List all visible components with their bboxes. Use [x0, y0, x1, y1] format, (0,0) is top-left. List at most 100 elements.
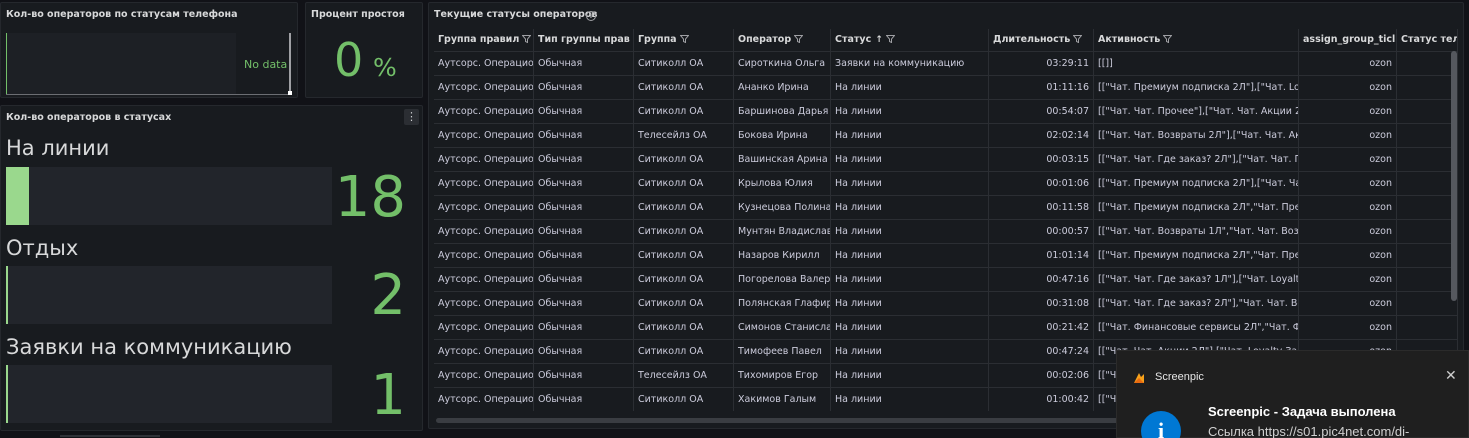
table-cell: Ситиколл ОА — [634, 172, 734, 195]
column-header[interactable]: Статус теле — [1397, 29, 1458, 51]
table-row[interactable]: Аутсорс. ОперационнОбычнаяСитиколл ОАВаш… — [434, 147, 1458, 171]
column-header[interactable]: Группа — [634, 29, 734, 51]
scrollbar-handle[interactable] — [288, 91, 292, 95]
table-cell: [["Чат. Чат. Где заказ? 2Л"],"Чат. Чат. … — [1094, 292, 1299, 315]
table-cell: Ананко Ирина — [734, 76, 831, 99]
gauge-value: 18 — [334, 165, 406, 230]
gauge-bar — [6, 365, 332, 423]
column-header[interactable]: assign_group_ticl — [1299, 29, 1397, 51]
table-cell: 01:00:42 — [989, 388, 1094, 411]
filter-icon[interactable] — [522, 35, 532, 43]
table-cell: На линии — [831, 148, 989, 171]
table-cell: Баршинова Дарья — [734, 100, 831, 123]
notification-body[interactable]: Ссылка https://s01.pic4net.com/di- — [1208, 424, 1409, 438]
table-cell: Аутсорс. Операционн — [434, 364, 534, 387]
table-row[interactable]: Аутсорс. ОперационнОбычнаяСитиколл ОАБар… — [434, 99, 1458, 123]
gauge-bar — [6, 167, 332, 225]
column-header-label: Группа правил — [438, 34, 520, 45]
table-cell: Ситиколл ОА — [634, 292, 734, 315]
table-cell: ozon — [1299, 292, 1397, 315]
table-cell: Кузнецова Полина — [734, 196, 831, 219]
gauge-value: 1 — [370, 363, 406, 428]
table-cell: Ситиколл ОА — [634, 220, 734, 243]
table-cell: Аутсорс. Операционн — [434, 268, 534, 291]
table-row[interactable]: Аутсорс. ОперационнОбычнаяСитиколл ОАКры… — [434, 171, 1458, 195]
notification-title: Screenpic - Задача выполена — [1208, 404, 1396, 419]
table-cell — [1397, 148, 1458, 171]
table-row[interactable]: Аутсорс. ОперационнОбычнаяСитиколл ОАНаз… — [434, 243, 1458, 267]
column-header[interactable]: Статус ↑ — [831, 29, 989, 51]
filter-icon[interactable] — [1163, 35, 1173, 43]
gauge-label: Заявки на коммуникацию — [6, 335, 292, 359]
table-cell: Симонов Станислав — [734, 316, 831, 339]
filter-icon[interactable] — [885, 35, 895, 43]
filter-icon[interactable] — [1073, 35, 1083, 43]
notification-toast[interactable]: Screenpic ✕ i Screenpic - Задача выполен… — [1116, 350, 1469, 438]
column-header-label: Статус — [835, 34, 872, 45]
table-cell — [1397, 244, 1458, 267]
table-row[interactable]: Аутсорс. ОперационнОбычнаяСитиколл ОАМун… — [434, 219, 1458, 243]
column-header[interactable]: Длительность — [989, 29, 1094, 51]
table-row[interactable]: Аутсорс. ОперационнОбычнаяТелесейлз ОАБо… — [434, 123, 1458, 147]
table-cell: ozon — [1299, 196, 1397, 219]
table-cell: ozon — [1299, 244, 1397, 267]
no-data-label: No data — [244, 58, 288, 71]
close-icon[interactable]: ✕ — [1445, 368, 1457, 384]
vertical-scrollbar-thumb[interactable] — [1451, 51, 1457, 301]
table-cell: ozon — [1299, 52, 1397, 75]
gauge-fill — [6, 365, 8, 423]
table-cell: Ситиколл ОА — [634, 316, 734, 339]
sort-ascending-icon[interactable]: ↑ — [875, 29, 883, 51]
table-row[interactable]: Аутсорс. ОперационнОбычнаяСитиколл ОАПог… — [434, 267, 1458, 291]
table-row[interactable]: Аутсорс. ОперационнОбычнаяСитиколл ОАПол… — [434, 291, 1458, 315]
filter-icon[interactable] — [679, 35, 689, 43]
table-cell: На линии — [831, 220, 989, 243]
table-cell: На линии — [831, 196, 989, 219]
screenpic-logo-icon — [1134, 373, 1144, 383]
column-header[interactable]: Оператор — [734, 29, 831, 51]
table-cell: На линии — [831, 124, 989, 147]
table-cell: 03:29:11 — [989, 52, 1094, 75]
filter-icon[interactable] — [794, 35, 804, 43]
table-cell: Мунтян Владислав — [734, 220, 831, 243]
table-cell: 01:11:16 — [989, 76, 1094, 99]
table-cell: Сироткина Ольга — [734, 52, 831, 75]
table-cell: [["Чат. Чат. Где заказ? 2Л"],["Чат. Чат.… — [1094, 148, 1299, 171]
vertical-scrollbar[interactable] — [1451, 51, 1457, 301]
table-row[interactable]: Аутсорс. ОперационнОбычнаяСитиколл ОАСим… — [434, 315, 1458, 339]
table-cell — [1397, 292, 1458, 315]
table-cell: ozon — [1299, 124, 1397, 147]
table-cell: Телесейлз ОА — [634, 124, 734, 147]
column-header-label: Статус теле — [1401, 34, 1457, 45]
column-header[interactable]: Тип группы прав — [534, 29, 634, 51]
column-header[interactable]: Группа правил — [434, 29, 534, 51]
table-cell: Обычная — [534, 52, 634, 75]
table-row[interactable]: Аутсорс. ОперационнОбычнаяСитиколл ОАКуз… — [434, 195, 1458, 219]
table-cell: Ситиколл ОА — [634, 268, 734, 291]
table-row[interactable]: Аутсорс. ОперационнОбычнаяСитиколл ОААна… — [434, 75, 1458, 99]
gauge-label: Отдых — [6, 236, 79, 260]
table-cell — [1397, 100, 1458, 123]
info-icon[interactable]: i — [586, 11, 596, 21]
scrollbar[interactable] — [289, 33, 291, 91]
horizontal-scrollbar-thumb[interactable] — [436, 418, 1192, 423]
table-cell: На линии — [831, 76, 989, 99]
table-cell: На линии — [831, 364, 989, 387]
gauge-fill — [6, 266, 8, 324]
bottom-bar — [0, 432, 1115, 438]
table-cell: ozon — [1299, 220, 1397, 243]
table-cell: Ситиколл ОА — [634, 196, 734, 219]
table-cell: Обычная — [534, 76, 634, 99]
kebab-menu-icon[interactable]: ⋮ — [404, 109, 419, 125]
info-badge-icon: i — [1141, 411, 1181, 438]
table-cell: Телесейлз ОА — [634, 364, 734, 387]
table-cell — [1397, 268, 1458, 291]
table-row[interactable]: Аутсорс. ОперационнОбычнаяСитиколл ОАСир… — [434, 51, 1458, 75]
column-header[interactable]: Активность — [1094, 29, 1299, 51]
column-header-label: Оператор — [738, 34, 792, 45]
table-cell: На линии — [831, 316, 989, 339]
table-cell: Ситиколл ОА — [634, 388, 734, 411]
table-cell: Заявки на коммуникацию — [831, 52, 989, 75]
gauge-label: На линии — [6, 136, 110, 160]
table-cell: Ситиколл ОА — [634, 76, 734, 99]
